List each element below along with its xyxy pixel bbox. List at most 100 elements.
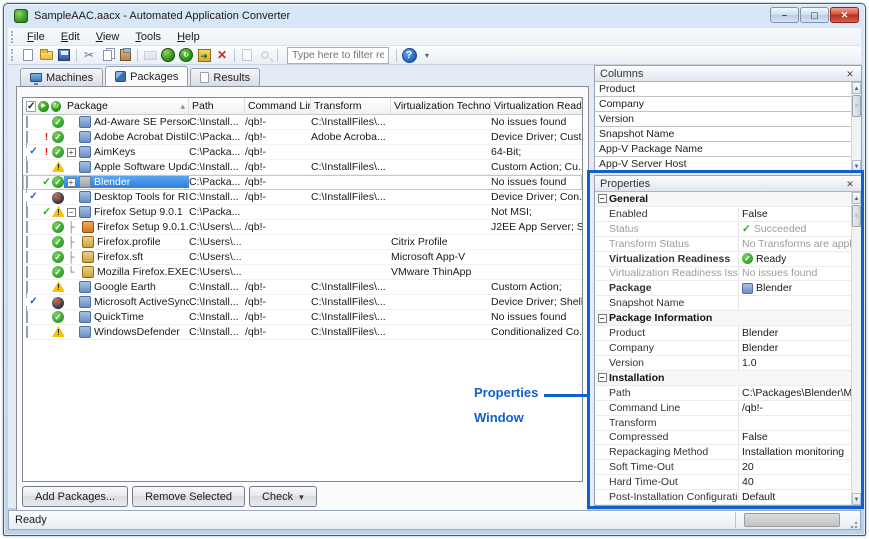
scroll-up-icon[interactable] xyxy=(852,192,861,204)
close-icon[interactable] xyxy=(844,178,856,190)
column-chooser-item[interactable]: Version xyxy=(595,112,851,127)
header-command-line[interactable]: Command Line xyxy=(245,98,311,114)
table-row[interactable]: QuickTime C:\Install... /qb!- C:\Install… xyxy=(23,310,582,325)
row-checkbox[interactable] xyxy=(26,161,28,173)
copy-button[interactable] xyxy=(98,47,116,63)
filter-input[interactable] xyxy=(287,47,389,64)
cut-button[interactable] xyxy=(80,47,98,63)
property-row[interactable]: Transform xyxy=(595,416,851,431)
table-row[interactable]: Google Earth C:\Install... /qb!- C:\Inst… xyxy=(23,280,582,295)
menu-file[interactable]: File xyxy=(19,29,53,45)
expand-toggle[interactable] xyxy=(67,208,76,217)
open-file-button[interactable] xyxy=(37,47,55,63)
header-package[interactable]: Package xyxy=(64,98,189,114)
remove-selected-button[interactable]: Remove Selected xyxy=(132,486,245,507)
tab-results[interactable]: Results xyxy=(190,68,260,86)
column-chooser-item[interactable]: Product xyxy=(595,82,851,97)
package-name-cell[interactable]: Apple Software Update xyxy=(64,161,189,173)
header-virtualization-readiness[interactable]: Virtualization Readi... xyxy=(491,98,582,114)
tab-machines[interactable]: Machines xyxy=(20,68,103,86)
row-checkbox[interactable] xyxy=(26,236,28,248)
scrollbar-thumb[interactable] xyxy=(852,95,861,117)
property-row[interactable]: Transform Status No Transforms are appli… xyxy=(595,237,851,252)
row-checkbox[interactable] xyxy=(26,266,28,278)
tab-packages[interactable]: Packages xyxy=(105,66,188,86)
scroll-down-icon[interactable] xyxy=(852,160,861,172)
resize-grip[interactable] xyxy=(848,519,858,529)
header-path[interactable]: Path xyxy=(189,98,245,114)
property-row[interactable]: Virtualization Readiness Issues No issue… xyxy=(595,267,851,282)
table-row[interactable]: Firefox.sft C:\Users\... Microsoft App-V xyxy=(23,250,582,265)
expand-toggle[interactable] xyxy=(67,148,76,157)
maximize-button[interactable] xyxy=(800,7,829,23)
toolbar-overflow-button[interactable] xyxy=(418,47,436,63)
table-row[interactable]: Ad-Aware SE Personal C:\Install... /qb!-… xyxy=(23,115,582,130)
property-row[interactable]: Repackaging Method Installation monitori… xyxy=(595,445,851,460)
package-name-cell[interactable]: Ad-Aware SE Personal xyxy=(64,116,189,128)
table-row[interactable]: ✓ Firefox Setup 9.0.1 C:\Packa... Not MS… xyxy=(23,205,582,220)
menu-tools[interactable]: Tools xyxy=(127,29,169,45)
table-row[interactable]: ! AimKeys C:\Packa... /qb!- 64-Bit; xyxy=(23,145,582,160)
convert-button[interactable] xyxy=(159,47,177,63)
table-row[interactable]: Microsoft ActiveSync C:\Install... /qb!-… xyxy=(23,295,582,310)
row-checkbox[interactable] xyxy=(26,206,28,218)
package-name-cell[interactable]: QuickTime xyxy=(64,311,189,323)
table-row[interactable]: Desktop Tools for RIM H... C:\Install...… xyxy=(23,190,582,205)
property-row[interactable]: Hard Time-Out 40 xyxy=(595,475,851,490)
row-checkbox[interactable] xyxy=(26,251,28,263)
collapse-icon[interactable] xyxy=(598,373,607,382)
package-name-cell[interactable]: Firefox Setup 9.0.1 xyxy=(64,206,189,218)
table-row[interactable]: ✓ Blender C:\Packa... /qb!- No issues fo… xyxy=(23,175,582,190)
property-category-row[interactable]: Installation xyxy=(595,371,851,386)
property-row[interactable]: Soft Time-Out 20 xyxy=(595,460,851,475)
column-chooser-item[interactable]: App-V Package Name xyxy=(595,142,851,157)
columns-panel-header[interactable]: Columns xyxy=(595,66,861,82)
row-checkbox[interactable] xyxy=(26,221,28,233)
add-packages-button[interactable]: Add Packages... xyxy=(22,486,128,507)
property-row[interactable]: Status Succeeded xyxy=(595,222,851,237)
select-all-checkbox[interactable] xyxy=(26,101,36,112)
package-name-cell[interactable]: Microsoft ActiveSync xyxy=(64,296,189,308)
header-virtualization-technology[interactable]: Virtualization Technolo... xyxy=(391,98,491,114)
properties-panel-header[interactable]: Properties xyxy=(595,176,861,192)
expand-toggle[interactable] xyxy=(67,178,76,187)
table-row[interactable]: Apple Software Update C:\Install... /qb!… xyxy=(23,160,582,175)
menu-edit[interactable]: Edit xyxy=(53,29,88,45)
column-chooser-item[interactable]: Snapshot Name xyxy=(595,127,851,142)
help-button[interactable] xyxy=(400,47,418,63)
header-transform[interactable]: Transform xyxy=(311,98,391,114)
package-name-cell[interactable]: AimKeys xyxy=(64,146,189,158)
status-column-icon[interactable] xyxy=(51,101,61,112)
column-chooser-item[interactable]: Company xyxy=(595,97,851,112)
property-row[interactable]: Command Line /qb!- xyxy=(595,401,851,416)
package-name-cell[interactable]: WindowsDefender xyxy=(64,326,189,338)
row-checkbox[interactable] xyxy=(26,326,28,338)
package-name-cell[interactable]: Adobe Acrobat Distiller ... xyxy=(64,131,189,143)
scrollbar-thumb[interactable] xyxy=(852,205,861,227)
minimize-button[interactable] xyxy=(770,7,799,23)
run-column-icon[interactable] xyxy=(38,101,48,112)
property-row[interactable]: Snapshot Name xyxy=(595,296,851,311)
close-icon[interactable] xyxy=(844,68,856,80)
collapse-icon[interactable] xyxy=(598,314,607,323)
save-button[interactable] xyxy=(55,47,73,63)
table-row[interactable]: Firefox Setup 9.0.1.msi C:\Users\... /qb… xyxy=(23,220,582,235)
property-row[interactable]: Post-Installation Configuration Default xyxy=(595,490,851,505)
property-row[interactable]: Product Blender xyxy=(595,326,851,341)
property-row[interactable]: Compressed False xyxy=(595,431,851,446)
package-name-cell[interactable]: Firefox Setup 9.0.1.msi xyxy=(64,221,189,234)
collapse-icon[interactable] xyxy=(598,194,607,203)
property-row[interactable]: Version 1.0 xyxy=(595,356,851,371)
menu-help[interactable]: Help xyxy=(169,29,208,45)
property-category-row[interactable]: General xyxy=(595,192,851,207)
run-conversion-button[interactable] xyxy=(177,47,195,63)
close-button[interactable] xyxy=(830,7,859,23)
menu-view[interactable]: View xyxy=(88,29,128,45)
package-name-cell[interactable]: Mozilla Firefox.EXE xyxy=(64,266,189,279)
scroll-down-icon[interactable] xyxy=(852,493,861,505)
check-dropdown-button[interactable]: Check xyxy=(249,486,317,507)
import-button[interactable] xyxy=(195,47,213,63)
package-name-cell[interactable]: Desktop Tools for RIM H... xyxy=(64,191,189,203)
property-row[interactable]: Enabled False xyxy=(595,207,851,222)
delete-button[interactable] xyxy=(213,47,231,63)
